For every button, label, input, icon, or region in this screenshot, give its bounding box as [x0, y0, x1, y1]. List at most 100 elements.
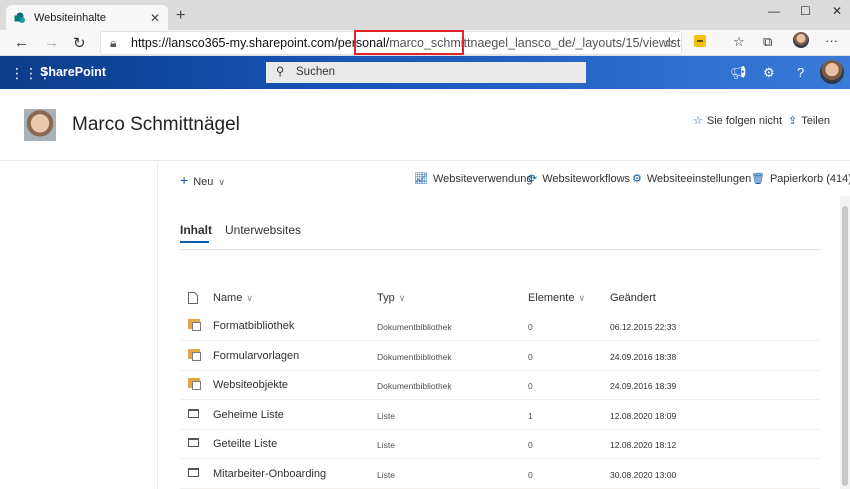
share-label: Teilen	[801, 115, 830, 127]
follow-label: Sie folgen nicht	[706, 115, 783, 127]
site-usage-button[interactable]: 📈︎ Websiteverwendung	[414, 172, 532, 185]
column-header-name-label: Name	[213, 292, 243, 304]
row-name[interactable]: Formatbibliothek	[213, 320, 294, 332]
lock-icon: 🔒︎	[110, 36, 117, 50]
suite-bar: ⋮⋮⋮ SharePoint ⚲ Suchen 📢︎ ⚙ ?	[0, 56, 850, 89]
trash-icon: 🗑︎	[751, 173, 765, 185]
site-contents: Inhalt Unterwebsites Name ∨ Typ ∨ Elemente…	[157, 196, 840, 489]
scrollbar-thumb[interactable]	[842, 206, 848, 486]
row-modified: 30.08.2020 13:00	[610, 469, 677, 480]
chevron-down-icon: ∨	[218, 177, 225, 187]
browser-tabstrip: Websiteinhalte ✕ + — ☐ ✕	[0, 0, 850, 30]
search-box[interactable]: ⚲ Suchen	[266, 62, 586, 83]
file-type-header-icon	[188, 292, 198, 307]
row-type: Liste	[377, 410, 395, 421]
site-title[interactable]: Marco Schmittnägel	[72, 114, 240, 136]
favorite-star-icon[interactable]: ☆	[664, 32, 675, 54]
sharepoint-brand[interactable]: SharePoint	[40, 65, 106, 79]
row-modified: 24.09.2016 18:39	[610, 381, 677, 391]
table-row[interactable]: Websiteobjekte Dokumentbibliothek 0 24.09.2…	[180, 371, 820, 400]
account-avatar[interactable]	[820, 60, 844, 84]
settings-gear-icon: ⚙	[632, 173, 642, 185]
row-type: Dokumentbibliothek	[377, 381, 452, 391]
minimize-window-button[interactable]: —	[768, 4, 780, 18]
row-name[interactable]: Geheime Liste	[213, 409, 284, 421]
search-placeholder: Suchen	[296, 66, 336, 78]
sharepoint-favicon-icon	[14, 12, 26, 24]
site-photo	[24, 109, 56, 141]
profile-avatar[interactable]	[793, 32, 809, 51]
browser-tab-title: Websiteinhalte	[34, 11, 106, 24]
close-window-button[interactable]: ✕	[832, 4, 842, 18]
tab-contents[interactable]: Inhalt	[180, 223, 212, 237]
megaphone-icon[interactable]: 📢︎	[730, 65, 747, 81]
table-row[interactable]: Geheime Liste Liste 1 12.08.2020 18:09	[180, 401, 820, 430]
column-header-items-label: Elemente	[528, 292, 575, 304]
column-header-type[interactable]: Typ ∨	[377, 292, 405, 304]
active-tab-underline	[180, 241, 209, 243]
more-icon[interactable]: ···	[825, 33, 838, 48]
row-items: 0	[528, 322, 533, 332]
table-row[interactable]: Geteilte Liste Liste 0 12.08.2020 18:12	[180, 430, 820, 459]
url-suffix: _lansco_de/_layouts/15/viewlsts.aspx...	[508, 36, 681, 50]
column-header-modified-label: Geändert	[610, 292, 656, 304]
recycle-bin-label: Papierkorb (414)	[769, 173, 850, 185]
follow-button[interactable]: ☆ Sie folgen nicht	[693, 114, 782, 127]
url-highlight-box	[354, 30, 464, 55]
new-button[interactable]: + Neu ∨	[180, 172, 225, 188]
row-items: 0	[528, 440, 533, 450]
table-row[interactable]: Formatbibliothek Dokumentbibliothek 0 06.12…	[180, 312, 820, 341]
url-prefix: https://lansco365-my.sharepoint.com/pers…	[131, 36, 390, 50]
site-workflows-button[interactable]: ⟳ Websiteworkflows	[528, 172, 630, 185]
row-modified: 24.09.2016 18:38	[610, 351, 677, 362]
table-row[interactable]: Mitarbeiter-Onboarding Liste 0 30.08.2020 1…	[180, 460, 820, 489]
favorites-icon[interactable]: ☆	[733, 34, 745, 50]
list-icon	[188, 408, 199, 418]
reload-button[interactable]: ↻	[73, 34, 86, 52]
column-header-name[interactable]: Name ∨	[213, 292, 253, 304]
share-icon: ⇪	[788, 115, 798, 127]
search-icon: ⚲	[276, 66, 285, 78]
list-icon	[188, 438, 199, 447]
site-workflows-label: Websiteworkflows	[542, 173, 631, 185]
row-modified: 06.12.2015 22:33	[610, 322, 677, 332]
command-bar: + Neu ∨ 📈︎ Websiteverwendung ⟳ Websiteworkfl…	[157, 162, 850, 196]
divider	[180, 249, 820, 250]
new-tab-button[interactable]: +	[176, 7, 185, 25]
list-icon	[188, 467, 199, 477]
row-items: 1	[528, 410, 533, 421]
table-row[interactable]: Formularvorlagen Dokumentbibliothek 0 24.09…	[180, 342, 820, 371]
maximize-window-button[interactable]: ☐	[800, 4, 811, 18]
gear-icon[interactable]: ⚙	[763, 65, 775, 81]
chevron-down-icon: ∨	[578, 293, 586, 303]
chevron-down-icon: ∨	[246, 293, 253, 303]
extension-icon[interactable]	[694, 35, 706, 50]
row-name[interactable]: Formularvorlagen	[213, 350, 299, 362]
site-header: Marco Schmittnägel ☆ Sie folgen nicht ⇪ Te…	[0, 89, 850, 161]
document-library-icon	[188, 319, 201, 331]
row-name[interactable]: Geteilte Liste	[213, 438, 277, 450]
row-type: Liste	[377, 440, 395, 450]
plus-icon: +	[180, 172, 189, 188]
column-header-type-label: Typ	[377, 292, 395, 304]
column-header-items[interactable]: Elemente ∨	[528, 292, 585, 304]
column-header-modified[interactable]: Geändert	[610, 292, 656, 304]
new-label: Neu	[193, 176, 214, 188]
collections-icon[interactable]: ⧉	[763, 34, 772, 50]
site-settings-button[interactable]: ⚙ Websiteeinstellungen	[632, 172, 751, 185]
share-button[interactable]: ⇪ Teilen	[788, 114, 830, 127]
forward-button[interactable]: →	[44, 34, 59, 51]
site-usage-label: Websiteverwendung	[432, 173, 533, 185]
chart-icon: 📈︎	[414, 173, 428, 185]
row-type: Dokumentbibliothek	[377, 351, 452, 362]
help-icon[interactable]: ?	[797, 65, 804, 80]
row-type: Liste	[377, 469, 395, 480]
back-button[interactable]: ←	[14, 34, 29, 51]
browser-tab[interactable]: Websiteinhalte ✕	[6, 5, 168, 30]
close-tab-icon[interactable]: ✕	[150, 11, 160, 25]
row-name[interactable]: Mitarbeiter-Onboarding	[213, 468, 326, 480]
recycle-bin-button[interactable]: 🗑︎ Papierkorb (414)	[751, 172, 850, 185]
star-icon: ☆	[693, 115, 703, 127]
tab-subsites[interactable]: Unterwebsites	[225, 223, 301, 237]
row-name[interactable]: Websiteobjekte	[213, 379, 288, 391]
